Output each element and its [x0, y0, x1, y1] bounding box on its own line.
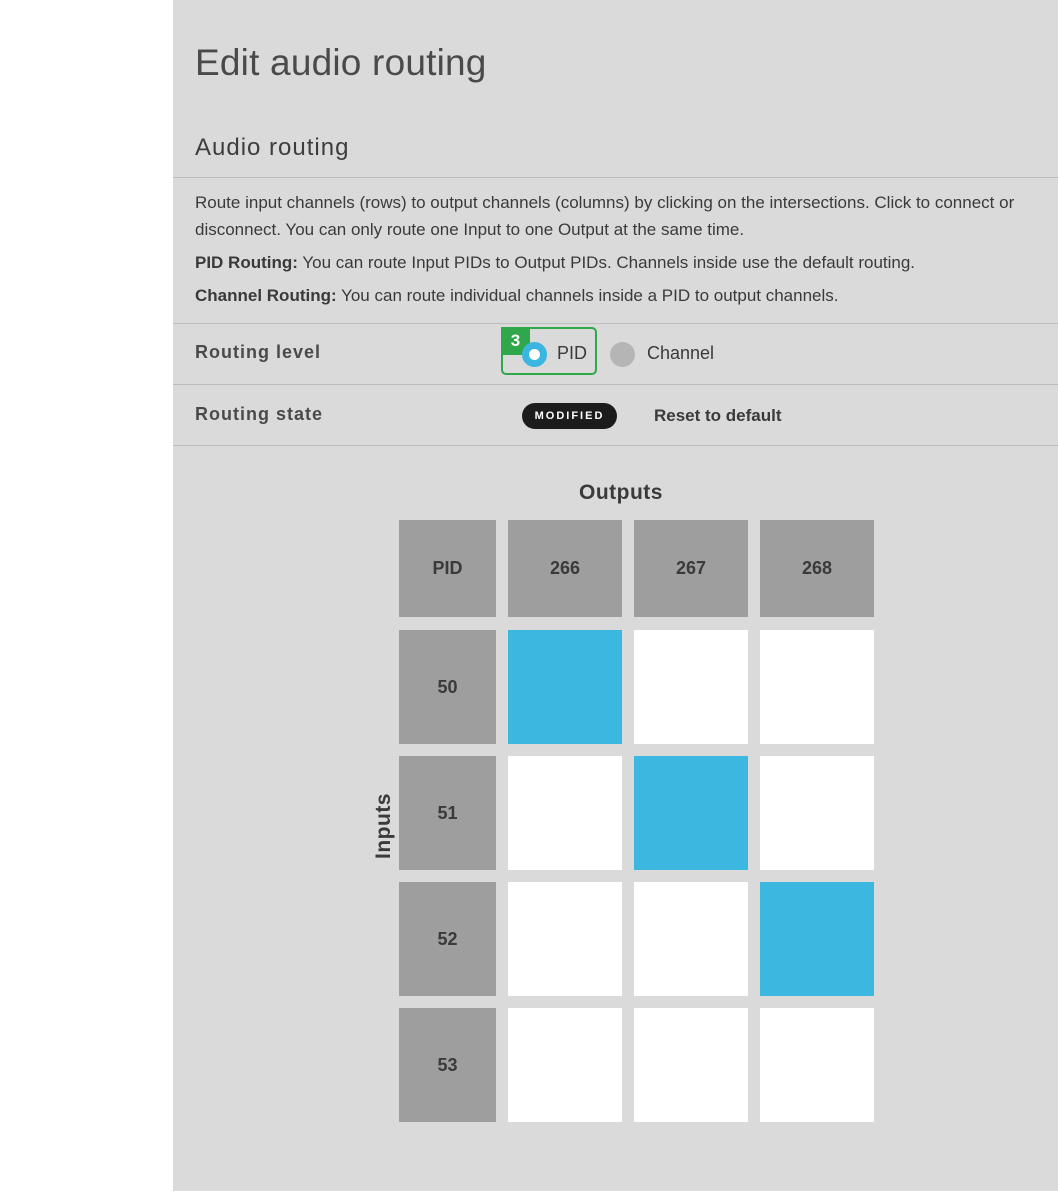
matrix-corner-header: PID [399, 520, 496, 617]
divider [173, 323, 1058, 324]
input-header-53: 53 [399, 1008, 496, 1122]
routing-cell-51-267[interactable] [634, 756, 748, 870]
pid-routing-label: PID Routing: [195, 253, 298, 272]
pid-routing-text: You can route Input PIDs to Output PIDs.… [297, 253, 916, 272]
routing-cell-52-268[interactable] [760, 882, 874, 996]
routing-cell-50-268[interactable] [760, 630, 874, 744]
status-badge: MODIFIED [522, 403, 617, 429]
input-header-51: 51 [399, 756, 496, 870]
routing-description: Route input channels (rows) to output ch… [195, 193, 1015, 239]
routing-state-label: Routing state [195, 404, 323, 424]
channel-routing-text: You can route individual channels inside… [336, 286, 839, 305]
pid-radio[interactable] [522, 342, 547, 367]
routing-cell-50-267[interactable] [634, 630, 748, 744]
pid-routing-note: PID Routing: You can route Input PIDs to… [195, 249, 1035, 276]
routing-cell-50-266[interactable] [508, 630, 622, 744]
divider [173, 445, 1058, 446]
channel-routing-label: Channel Routing: [195, 286, 337, 305]
routing-cell-53-266[interactable] [508, 1008, 622, 1122]
section-title: Audio routing [195, 134, 350, 161]
routing-cell-52-266[interactable] [508, 882, 622, 996]
divider [173, 177, 1058, 178]
routing-cell-52-267[interactable] [634, 882, 748, 996]
channel-routing-note: Channel Routing: You can route individua… [195, 282, 1035, 309]
inputs-axis-label: Inputs [372, 793, 395, 859]
output-header-267: 267 [634, 520, 748, 617]
output-header-266: 266 [508, 520, 622, 617]
input-header-50: 50 [399, 630, 496, 744]
edit-audio-routing-panel: Edit audio routing Audio routing Route i… [173, 0, 1058, 1191]
output-header-268: 268 [760, 520, 874, 617]
divider [173, 384, 1058, 385]
routing-level-label: Routing level [195, 342, 322, 362]
routing-cell-53-268[interactable] [760, 1008, 874, 1122]
channel-radio[interactable] [610, 342, 635, 367]
routing-cell-53-267[interactable] [634, 1008, 748, 1122]
outputs-axis-label: Outputs [579, 481, 663, 504]
reset-to-default-link[interactable]: Reset to default [654, 406, 782, 426]
routing-cell-51-266[interactable] [508, 756, 622, 870]
pid-radio-label: PID [557, 343, 588, 363]
channel-radio-label: Channel [647, 343, 715, 363]
input-header-52: 52 [399, 882, 496, 996]
routing-cell-51-268[interactable] [760, 756, 874, 870]
page-title: Edit audio routing [195, 42, 487, 83]
